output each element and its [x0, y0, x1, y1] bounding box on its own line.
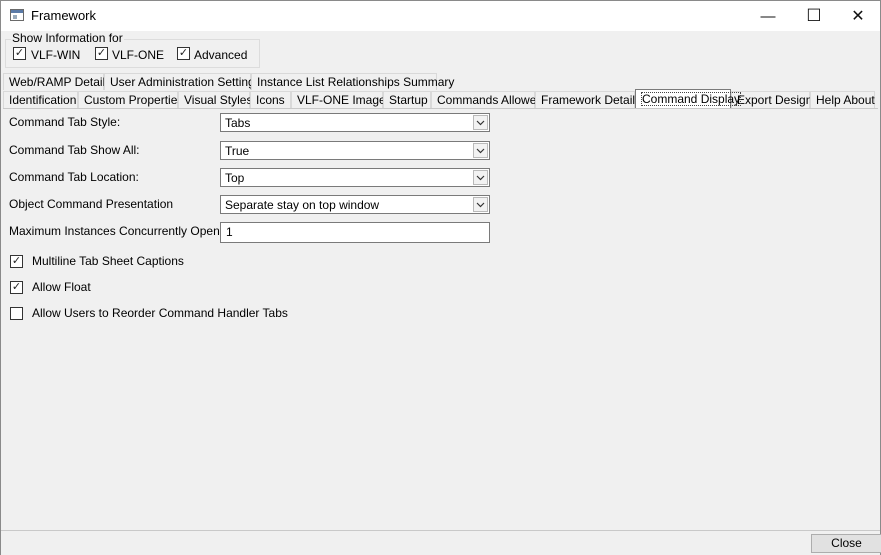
minimize-icon: —: [760, 7, 776, 25]
tab-label: Startup: [389, 93, 428, 107]
maximum-instances-label: Maximum Instances Concurrently Open: [9, 224, 220, 238]
tab-vlf-one-images[interactable]: VLF-ONE Images: [291, 91, 392, 108]
chevron-down-icon[interactable]: [473, 115, 488, 130]
tab-icons[interactable]: Icons: [250, 91, 291, 108]
allow-float-label: Allow Float: [32, 280, 91, 294]
command-tab-location-value: Top: [225, 171, 245, 185]
chevron-down-icon[interactable]: [473, 143, 488, 158]
close-icon: ✕: [851, 8, 865, 25]
tab-command-display[interactable]: Command Display: [635, 89, 742, 108]
vlf-one-label: VLF-ONE: [112, 48, 165, 62]
framework-window: Framework — ☐ ✕ Show Information for ✓ V…: [0, 0, 881, 555]
tab-instance-list-relationships-summary[interactable]: Instance List Relationships Summary: [251, 73, 454, 90]
title-bar[interactable]: Framework — ☐ ✕: [1, 1, 880, 31]
tab-label: Instance List Relationships Summary: [257, 75, 455, 89]
object-command-presentation-select[interactable]: Separate stay on top window: [220, 195, 490, 214]
tab-user-administration-settings[interactable]: User Administration Settings: [104, 73, 261, 90]
tab-visual-styles[interactable]: Visual Styles: [178, 91, 253, 108]
window-title: Framework: [31, 8, 97, 23]
show-information-legend: Show Information for: [11, 31, 124, 45]
maximum-instances-input[interactable]: 1: [220, 222, 490, 243]
chevron-down-icon[interactable]: [473, 170, 488, 185]
bottom-bar: Close: [1, 530, 881, 555]
tab-help-about[interactable]: Help About: [810, 91, 875, 108]
object-command-presentation-value: Separate stay on top window: [225, 198, 380, 212]
vlf-one-checkbox[interactable]: ✓: [95, 47, 108, 60]
vlf-win-label: VLF-WIN: [31, 48, 81, 62]
tab-label: Help About: [816, 93, 875, 107]
allow-reorder-tabs-checkbox[interactable]: [10, 307, 23, 320]
tab-label: Identification: [9, 93, 77, 107]
multiline-tab-captions-label: Multiline Tab Sheet Captions: [32, 254, 184, 268]
checkmark-icon: ✓: [178, 47, 189, 59]
checkmark-icon: ✓: [96, 47, 107, 59]
tab-export-design[interactable]: Export Design: [731, 91, 813, 108]
vlf-win-checkbox[interactable]: ✓: [13, 47, 26, 60]
tab-label: Web/RAMP Details: [9, 75, 112, 89]
tab-framework-details[interactable]: Framework Details: [535, 91, 641, 108]
allow-reorder-tabs-label: Allow Users to Reorder Command Handler T…: [32, 306, 288, 320]
tab-label: Command Display: [641, 92, 742, 106]
command-tab-show-all-select[interactable]: True: [220, 141, 490, 160]
advanced-checkbox[interactable]: ✓: [177, 47, 190, 60]
tab-commands-allowed[interactable]: Commands Allowed: [431, 91, 543, 108]
command-tab-show-all-value: True: [225, 144, 250, 158]
command-tab-location-label: Command Tab Location:: [9, 170, 139, 184]
object-command-presentation-label: Object Command Presentation: [9, 197, 174, 211]
checkmark-icon: ✓: [14, 47, 25, 59]
tab-label: Visual Styles: [184, 93, 253, 107]
minimize-button[interactable]: —: [745, 1, 791, 31]
window-app-icon: [10, 9, 24, 21]
command-tab-style-label: Command Tab Style:: [9, 115, 121, 129]
chevron-down-icon[interactable]: [473, 197, 488, 212]
tab-identification[interactable]: Identification: [3, 91, 78, 108]
command-tab-style-select[interactable]: Tabs: [220, 113, 490, 132]
tab-label: User Administration Settings: [110, 75, 261, 89]
multiline-tab-captions-checkbox[interactable]: ✓: [10, 255, 23, 268]
command-tab-location-select[interactable]: Top: [220, 168, 490, 187]
tab-startup[interactable]: Startup: [383, 91, 431, 108]
command-tab-show-all-label: Command Tab Show All:: [9, 143, 140, 157]
close-window-button[interactable]: ✕: [835, 1, 881, 31]
tab-label: VLF-ONE Images: [297, 93, 392, 107]
maximize-button[interactable]: ☐: [791, 1, 837, 31]
tab-label: Icons: [256, 93, 285, 107]
checkmark-icon: ✓: [11, 281, 22, 293]
command-display-panel: Command Tab Style: Tabs Command Tab Show…: [3, 108, 878, 530]
advanced-label: Advanced: [194, 48, 248, 62]
allow-float-checkbox[interactable]: ✓: [10, 281, 23, 294]
command-tab-style-value: Tabs: [225, 116, 251, 130]
tab-web-ramp-details[interactable]: Web/RAMP Details: [3, 73, 111, 90]
tab-label: Framework Details: [541, 93, 642, 107]
tab-label: Commands Allowed: [437, 93, 544, 107]
maximize-icon: ☐: [806, 6, 822, 25]
close-button[interactable]: Close: [811, 534, 881, 553]
tab-custom-properties[interactable]: Custom Properties: [78, 91, 183, 108]
checkmark-icon: ✓: [11, 255, 22, 267]
tab-label: Custom Properties: [84, 93, 184, 107]
tab-label: Export Design: [737, 93, 813, 107]
